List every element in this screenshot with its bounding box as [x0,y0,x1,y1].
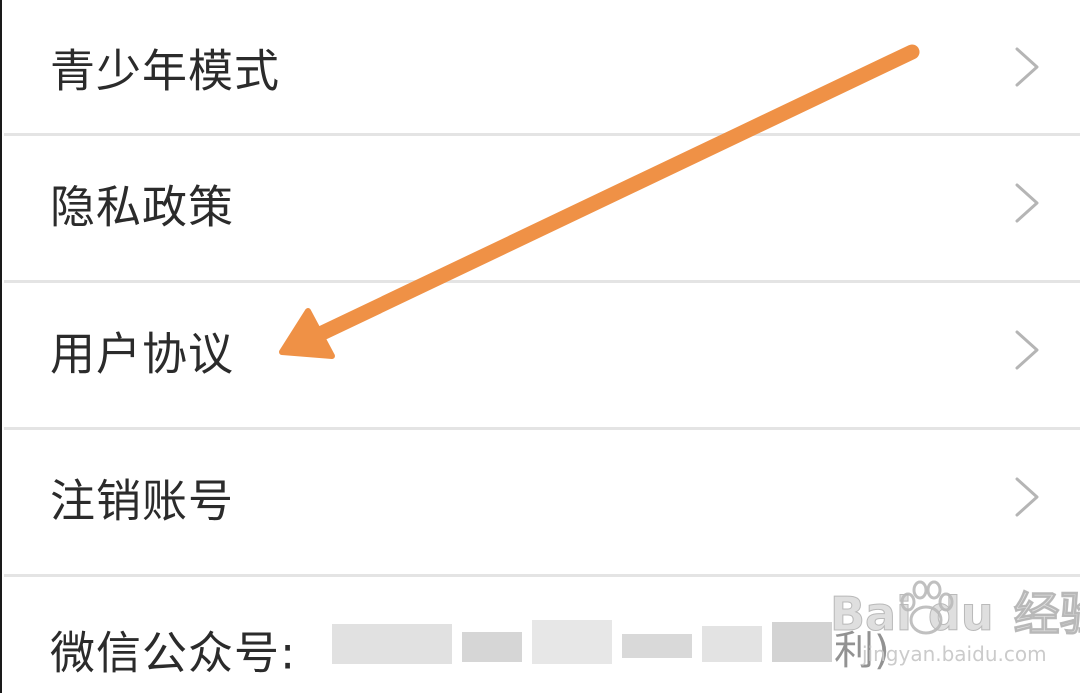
menu-item-label: 青少年模式 [50,44,281,97]
menu-item-label: 注销账号 [50,474,235,527]
menu-item-privacy-policy[interactable]: 隐私政策 [4,136,1080,269]
baidu-jingyan-watermark: Bai du经验 jingyan.baidu.com [830,578,1080,678]
paw-icon [900,580,954,635]
watermark-site: jingyan.baidu.com [862,642,1047,666]
wechat-value-obscured [322,612,902,668]
chevron-right-icon [1015,183,1039,222]
chevron-right-icon [1015,477,1039,516]
menu-item-youth-mode[interactable]: 青少年模式 [4,0,1080,133]
wechat-label: 微信公众号: [50,626,297,680]
menu-item-user-agreement[interactable]: 用户协议 [4,283,1080,416]
menu-item-label: 用户协议 [50,327,235,380]
chevron-right-icon [1015,330,1039,369]
settings-list: 青少年模式 隐私政策 用户协议 注销账号 微信公众号: 利) Bai du 经 … [0,0,1080,693]
chevron-right-icon [1015,47,1039,86]
menu-item-delete-account[interactable]: 注销账号 [4,430,1080,563]
menu-item-label: 隐私政策 [50,180,235,233]
